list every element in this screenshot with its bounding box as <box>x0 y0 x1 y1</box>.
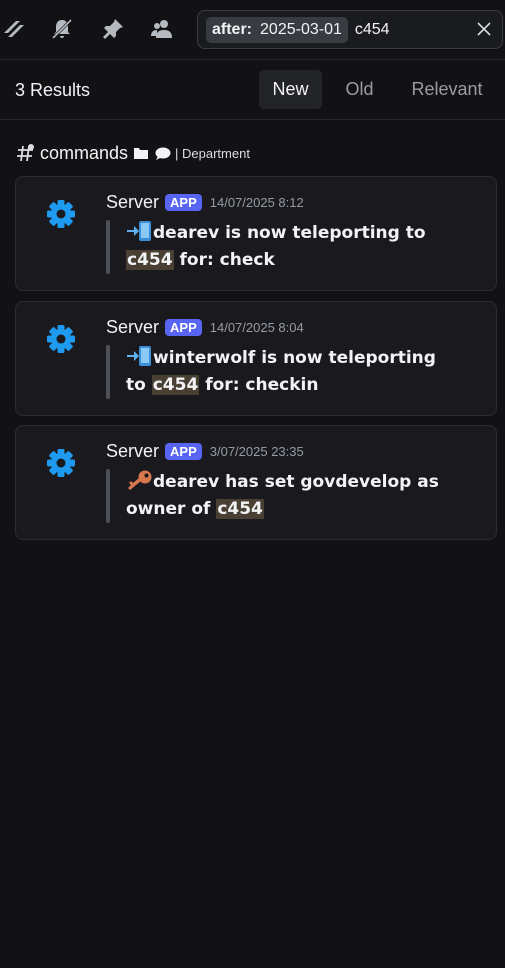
search-result-card[interactable]: Server APP 14/07/2025 8:04 winterwolf is… <box>15 301 497 416</box>
message-text: dearev is now teleporting to <box>153 223 426 243</box>
gear-icon <box>47 449 75 477</box>
message-text-prefix: to <box>126 375 152 395</box>
filter-value: 2025-03-01 <box>260 20 342 38</box>
embed-accent-bar <box>106 345 110 399</box>
search-highlight: c454 <box>151 375 200 395</box>
timestamp: 14/07/2025 8:04 <box>209 319 304 335</box>
message-text: for: checkin <box>199 375 319 395</box>
message-line: owner of c454 <box>126 496 456 523</box>
clear-search-icon[interactable] <box>474 19 494 39</box>
message-line: dearev is now teleporting to <box>126 220 456 247</box>
message-text: winterwolf is now teleporting <box>153 348 436 368</box>
timestamp: 3/07/2025 23:35 <box>209 443 304 459</box>
teleport-phone-icon <box>127 221 151 241</box>
author-name[interactable]: Server <box>106 317 159 338</box>
channel-header[interactable]: commands | Department <box>16 141 250 165</box>
author-name[interactable]: Server <box>106 441 159 462</box>
key-icon <box>128 470 152 490</box>
search-result-card[interactable]: Server APP 14/07/2025 8:12 dearev is now… <box>15 176 497 291</box>
results-header: 3 Results New Old Relevant <box>0 60 505 120</box>
message-content: dearev is now teleporting to c454 for: c… <box>126 220 456 274</box>
channel-hash-icon <box>17 144 34 162</box>
search-query: c454 <box>354 20 390 38</box>
search-result-card[interactable]: Server APP 3/07/2025 23:35 dearev has se… <box>15 425 497 540</box>
message-text: dearev has set govdevelop as <box>153 472 439 492</box>
search-highlight: c454 <box>216 499 264 519</box>
search-input[interactable]: after: 2025-03-01 c454 <box>197 10 503 49</box>
search-highlight: c454 <box>126 250 174 270</box>
channel-name: commands <box>40 142 129 163</box>
folder-icon <box>134 148 149 159</box>
message-line: winterwolf is now teleporting <box>126 345 456 372</box>
mute-bell-icon[interactable] <box>48 14 76 44</box>
message-text-prefix: owner of <box>126 499 217 519</box>
results-count: 3 Results <box>15 80 91 100</box>
threads-icon[interactable] <box>0 14 28 44</box>
date-filter-chip[interactable]: after: 2025-03-01 <box>206 16 348 43</box>
pin-icon[interactable] <box>99 14 127 44</box>
message-text: for: check <box>173 250 275 270</box>
tab-new[interactable]: New <box>259 70 322 109</box>
timestamp: 14/07/2025 8:12 <box>209 194 304 210</box>
message-header: Server APP 3/07/2025 23:35 <box>106 440 304 462</box>
message-header: Server APP 14/07/2025 8:04 <box>106 316 304 338</box>
toolbar: after: 2025-03-01 c454 <box>0 0 505 60</box>
gear-icon <box>47 325 75 353</box>
message-line: to c454 for: checkin <box>126 372 456 399</box>
message-line: c454 for: check <box>126 247 456 274</box>
channel-department: | Department <box>175 145 250 161</box>
message-content: dearev has set govdevelop as owner of c4… <box>126 469 456 523</box>
teleport-phone-icon <box>127 346 151 366</box>
filter-key: after: <box>212 20 253 38</box>
app-badge: APP <box>165 318 202 336</box>
embed-accent-bar <box>106 220 110 274</box>
gear-icon <box>47 200 75 228</box>
app-badge: APP <box>165 442 202 460</box>
embed-accent-bar <box>106 469 110 523</box>
message-content: winterwolf is now teleporting to c454 fo… <box>126 345 456 399</box>
tab-old[interactable]: Old <box>331 70 388 109</box>
message-header: Server APP 14/07/2025 8:12 <box>106 191 304 213</box>
author-name[interactable]: Server <box>106 192 159 213</box>
members-icon[interactable] <box>148 14 176 44</box>
speech-bubble-icon <box>155 147 171 160</box>
message-line: dearev has set govdevelop as <box>126 469 456 496</box>
tab-relevant[interactable]: Relevant <box>398 70 496 109</box>
app-badge: APP <box>165 193 202 211</box>
